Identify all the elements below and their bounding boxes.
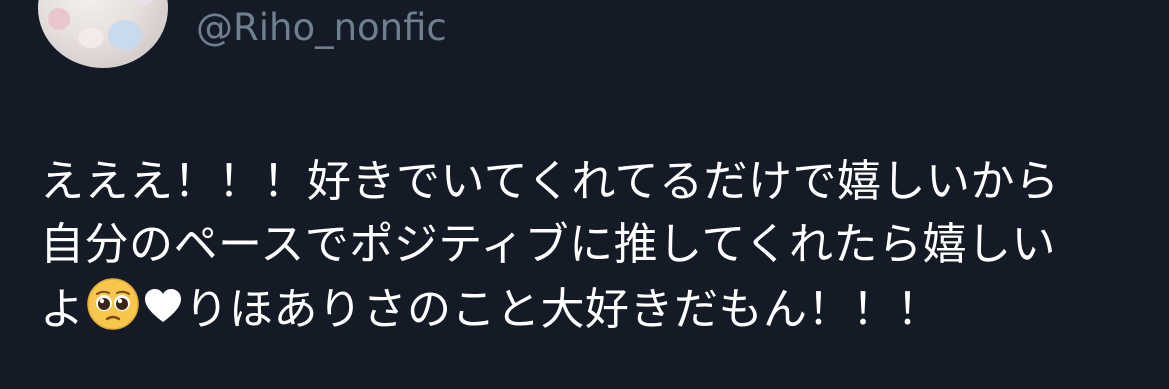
tweet-text: えええ！！！好きでいてくれてるだけで嬉しいから 自分のペースでポジティブに推して… [40,150,1060,341]
tweet-line-3-end: りほありさのこと大好きだもん！！！ [184,284,941,335]
pleading-face-icon [86,278,139,330]
avatar[interactable] [38,0,168,68]
tweet-line-2: 自分のペースでポジティブに推してくれたら嬉しい [40,219,1057,270]
heart-icon [144,289,181,322]
avatar-detail [48,8,70,30]
avatar-detail [108,20,142,50]
avatar-detail [78,28,104,48]
tweet-line-3-start: よ [40,284,85,335]
tweet-line-3: よ りほありさのこと大好きだもん！！！ [40,276,1060,341]
avatar-detail [133,0,153,6]
tweet-line-1: えええ！！！好きでいてくれてるだけで嬉しいから [40,156,1060,207]
user-handle[interactable]: @Riho_nonfic [196,6,447,50]
